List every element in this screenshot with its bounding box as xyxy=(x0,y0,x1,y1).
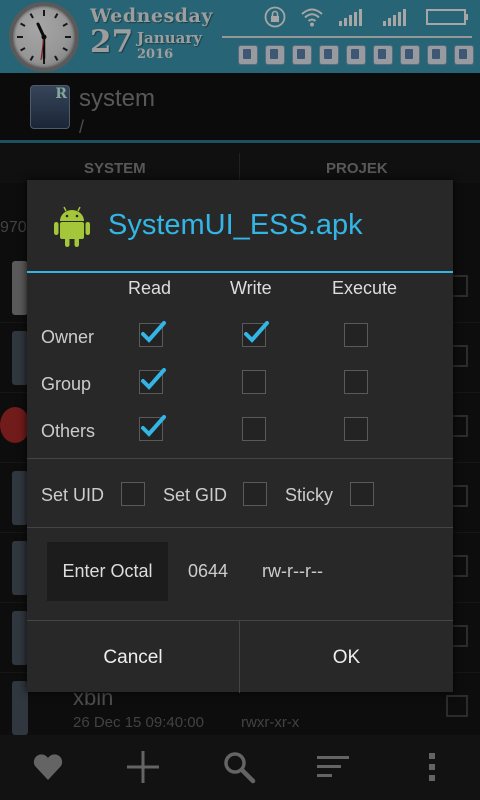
section-divider xyxy=(27,527,453,528)
checkmark-icon xyxy=(141,415,166,437)
group-write-checkbox[interactable] xyxy=(242,370,266,394)
checkmark-icon xyxy=(244,321,269,343)
permission-string: rw-r--r-- xyxy=(262,561,323,581)
ok-button[interactable]: OK xyxy=(240,621,453,693)
dialog-button-bar: Cancel OK xyxy=(27,620,453,693)
column-header-write: Write xyxy=(230,278,272,298)
setgid-label: Set GID xyxy=(163,485,228,505)
android-icon xyxy=(54,206,90,247)
others-write-checkbox[interactable] xyxy=(242,417,266,441)
row-label-owner: Owner xyxy=(41,327,95,347)
cancel-button[interactable]: Cancel xyxy=(27,621,239,693)
owner-read-checkbox[interactable] xyxy=(139,321,166,347)
owner-execute-checkbox[interactable] xyxy=(344,323,368,347)
section-divider xyxy=(27,458,453,459)
setuid-label: Set UID xyxy=(41,485,105,505)
owner-write-checkbox[interactable] xyxy=(242,321,269,347)
sticky-checkbox[interactable] xyxy=(350,482,374,506)
permissions-dialog: SystemUI_ESS.apk Read Write Execute Owne… xyxy=(27,180,453,693)
others-read-checkbox[interactable] xyxy=(139,415,166,441)
screen: Wednesday 27 January 2016 R system / SYS… xyxy=(0,0,480,800)
dialog-title: SystemUI_ESS.apk xyxy=(108,209,363,241)
setuid-checkbox[interactable] xyxy=(121,482,145,506)
row-label-group: Group xyxy=(41,374,92,394)
group-execute-checkbox[interactable] xyxy=(344,370,368,394)
dialog-title-divider xyxy=(27,271,453,273)
others-execute-checkbox[interactable] xyxy=(344,417,368,441)
octal-value: 0644 xyxy=(188,561,229,581)
sticky-label: Sticky xyxy=(285,485,334,505)
column-header-read: Read xyxy=(128,278,172,298)
group-read-checkbox[interactable] xyxy=(139,368,166,394)
column-header-execute: Execute xyxy=(332,278,398,298)
row-label-others: Others xyxy=(41,421,96,441)
enter-octal-button[interactable]: Enter Octal xyxy=(47,542,168,601)
checkmark-icon xyxy=(141,368,166,390)
checkmark-icon xyxy=(141,321,166,343)
setgid-checkbox[interactable] xyxy=(243,482,267,506)
